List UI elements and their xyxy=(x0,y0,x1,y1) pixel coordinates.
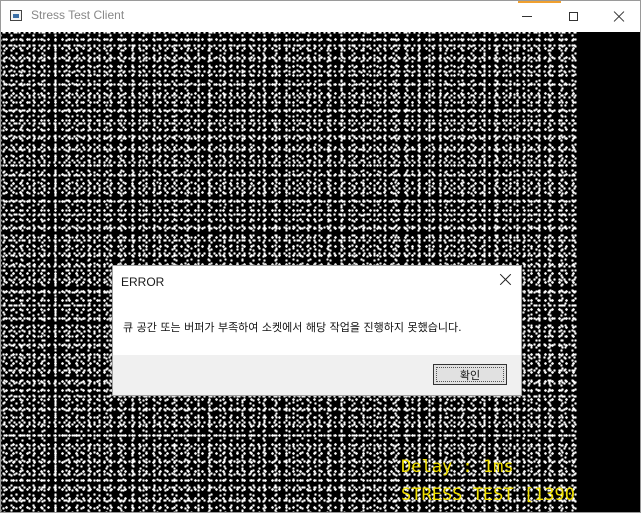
maximize-icon xyxy=(568,12,578,21)
title-bar[interactable]: Stress Test Client xyxy=(1,1,640,32)
ok-button[interactable]: 확인 xyxy=(433,364,507,385)
maximize-button[interactable] xyxy=(550,1,596,32)
error-dialog: ERROR 큐 공간 또는 버퍼가 부족하여 소켓에서 해당 작업을 진행하지 … xyxy=(112,265,522,396)
dialog-title: ERROR xyxy=(121,275,165,289)
app-icon[interactable] xyxy=(10,10,22,21)
dialog-close-icon[interactable] xyxy=(497,272,513,288)
close-button[interactable] xyxy=(596,1,640,32)
canvas-margin xyxy=(577,32,640,512)
dialog-footer: 확인 xyxy=(113,355,521,395)
minimize-button[interactable] xyxy=(504,1,550,32)
minimize-icon xyxy=(522,16,532,17)
dialog-message: 큐 공간 또는 버퍼가 부족하여 소켓에서 해당 작업을 진행하지 못했습니다. xyxy=(123,321,462,334)
ok-button-label: 확인 xyxy=(459,368,481,382)
close-icon xyxy=(613,11,625,23)
app-window: Stress Test Client Delay : 1ms STRESS TE… xyxy=(0,0,641,513)
delay-readout: Delay : 1ms xyxy=(401,457,514,477)
stress-test-readout: STRESS TEST [1390 xyxy=(401,485,575,505)
window-title: Stress Test Client xyxy=(31,8,125,22)
